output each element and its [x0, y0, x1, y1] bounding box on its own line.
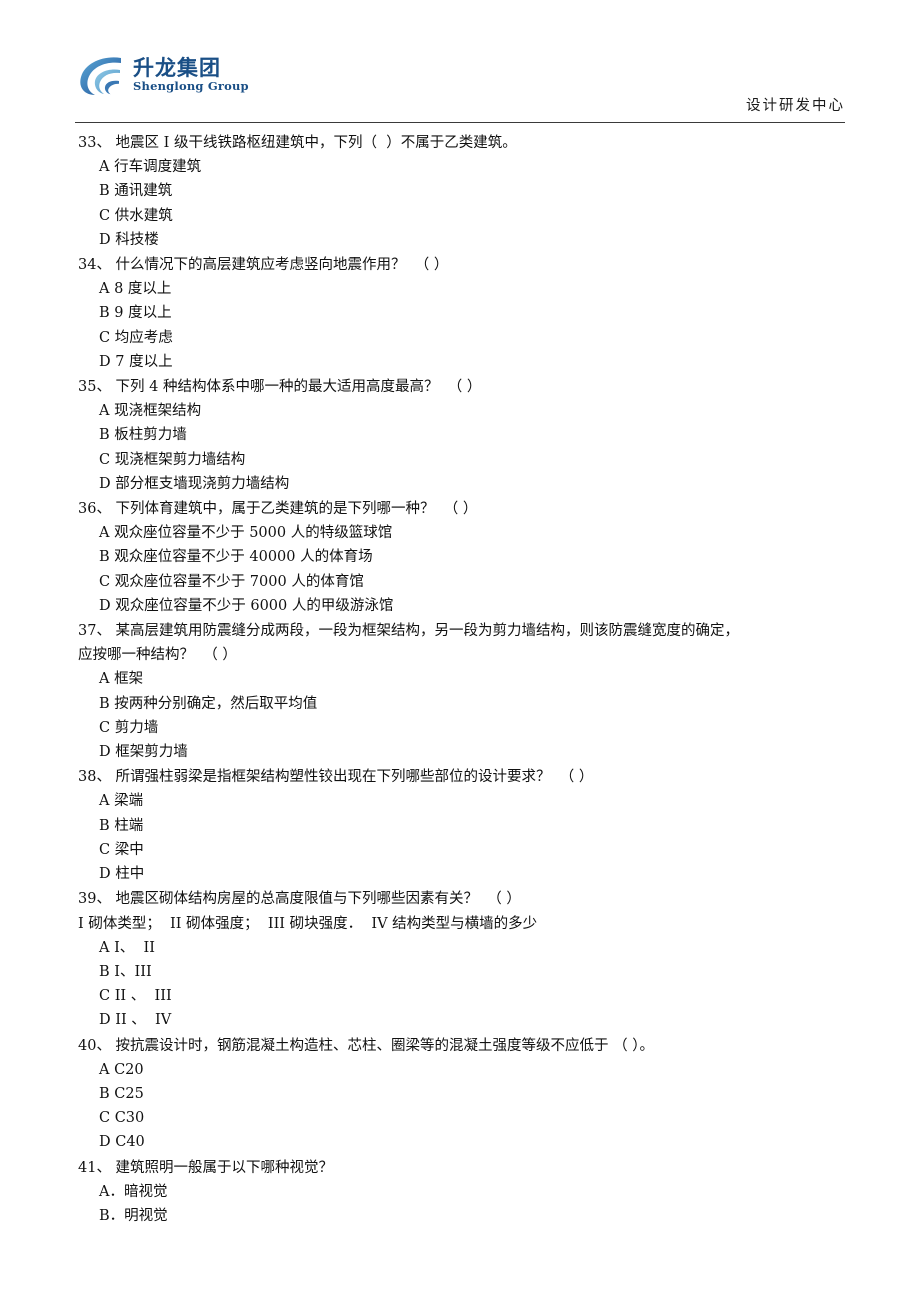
- answer-option[interactable]: A 8 度以上: [75, 277, 865, 301]
- question-stem: 36、 下列体育建筑中，属于乙类建筑的是下列哪一种？ （ ）: [78, 501, 478, 518]
- question-stem: 41、 建筑照明一般属于以下哪种视觉？: [78, 1159, 334, 1176]
- answer-option[interactable]: D 7 度以上: [75, 350, 865, 374]
- answer-option[interactable]: C 梁中: [75, 838, 865, 862]
- answer-option[interactable]: A 现浇框架结构: [75, 399, 865, 423]
- question-stem: 33、 地震区 I 级干线铁路枢纽建筑中，下列（ ）不属于乙类建筑。: [78, 135, 517, 151]
- answer-option[interactable]: B C25: [75, 1082, 865, 1106]
- answer-option[interactable]: C 现浇框架剪力墙结构: [75, 448, 865, 472]
- answer-option[interactable]: A C20: [75, 1058, 865, 1082]
- question-block: 36、 下列体育建筑中，属于乙类建筑的是下列哪一种？ （ ） A 观众座位容量不少…: [75, 497, 865, 618]
- answer-option[interactable]: B 通讯建筑: [75, 179, 865, 203]
- question-block: 33、 地震区 I 级干线铁路枢纽建筑中，下列（ ）不属于乙类建筑。 A 行车调度…: [75, 131, 865, 252]
- question-block: 40、 按抗震设计时，钢筋混凝土构造柱、芯柱、圈梁等的混凝土强度等级不应低于 （…: [75, 1034, 865, 1155]
- answer-option[interactable]: B．明视觉: [75, 1204, 865, 1228]
- answer-option[interactable]: B 观众座位容量不少于 40000 人的体育场: [75, 545, 865, 569]
- answer-option[interactable]: A 梁端: [75, 789, 865, 813]
- question-block: 38、 所谓强柱弱梁是指框架结构塑性铰出现在下列哪些部位的设计要求？ （ ） A …: [75, 765, 865, 886]
- logo-chinese-name: 升龙集团: [133, 55, 221, 81]
- answer-option[interactable]: D 部分框支墙现浇剪力墙结构: [75, 472, 865, 496]
- question-block: 37、 某高层建筑用防震缝分成两段，一段为框架结构，另一段为剪力墙结构，则该防震…: [75, 619, 865, 764]
- question-list: 33、 地震区 I 级干线铁路枢纽建筑中，下列（ ）不属于乙类建筑。 A 行车调度…: [75, 131, 865, 1229]
- question-subitems: I 砌体类型； II 砌体强度； III 砌块强度． IV 结构类型与横墙的多少: [78, 915, 538, 932]
- answer-option[interactable]: C 观众座位容量不少于 7000 人的体育馆: [75, 570, 865, 594]
- question-block: 41、 建筑照明一般属于以下哪种视觉？ A．暗视觉 B．明视觉: [75, 1156, 865, 1229]
- question-stem: 37、 某高层建筑用防震缝分成两段，一段为框架结构，另一段为剪力墙结构，则该防震…: [78, 623, 740, 640]
- answer-option[interactable]: B 柱端: [75, 814, 865, 838]
- logo-wordmark: 升龙集团 Shenglong Group: [133, 57, 249, 93]
- answer-option[interactable]: D C40: [75, 1130, 865, 1154]
- document-page: 升龙集团 Shenglong Group 设计研发中心 33、 地震区 I 级干…: [0, 0, 920, 1302]
- shenglong-swoosh-icon: [80, 57, 121, 95]
- answer-option[interactable]: C II 、 III: [75, 984, 865, 1008]
- header-divider: [75, 122, 845, 123]
- answer-option[interactable]: A I、 II: [75, 936, 865, 960]
- answer-option[interactable]: B 板柱剪力墙: [75, 423, 865, 447]
- question-block: 35、 下列 4 种结构体系中哪一种的最大适用高度最高？ （ ） A 现浇框架结构…: [75, 375, 865, 496]
- answer-option[interactable]: C 供水建筑: [75, 204, 865, 228]
- question-stem: 34、 什么情况下的高层建筑应考虑竖向地震作用？ （ ）: [78, 257, 449, 274]
- question-stem: 35、 下列 4 种结构体系中哪一种的最大适用高度最高？ （ ）: [78, 379, 482, 396]
- answer-option[interactable]: D 科技楼: [75, 228, 865, 252]
- answer-option[interactable]: D 观众座位容量不少于 6000 人的甲级游泳馆: [75, 594, 865, 618]
- question-stem: 38、 所谓强柱弱梁是指框架结构塑性铰出现在下列哪些部位的设计要求？ （ ）: [78, 769, 594, 786]
- question-block: 39、 地震区砌体结构房屋的总高度限值与下列哪些因素有关？ （ ） I 砌体类型；…: [75, 887, 865, 1032]
- question-block: 34、 什么情况下的高层建筑应考虑竖向地震作用？ （ ） A 8 度以上 B 9 度…: [75, 253, 865, 374]
- question-stem: 40、 按抗震设计时，钢筋混凝土构造柱、芯柱、圈梁等的混凝土强度等级不应低于 （…: [78, 1037, 655, 1054]
- answer-option[interactable]: A 观众座位容量不少于 5000 人的特级篮球馆: [75, 521, 865, 545]
- answer-option[interactable]: A 行车调度建筑: [75, 155, 865, 179]
- answer-option[interactable]: D 柱中: [75, 862, 865, 886]
- answer-option[interactable]: A．暗视觉: [75, 1180, 865, 1204]
- answer-option[interactable]: D II 、 IV: [75, 1008, 865, 1032]
- answer-option[interactable]: B 按两种分别确定，然后取平均值: [75, 692, 865, 716]
- company-logo: 升龙集团 Shenglong Group: [75, 52, 249, 98]
- answer-option[interactable]: C 均应考虑: [75, 326, 865, 350]
- logo-english-name: Shenglong Group: [133, 79, 249, 94]
- question-stem: 39、 地震区砌体结构房屋的总高度限值与下列哪些因素有关？ （ ）: [78, 891, 521, 908]
- page-header: 升龙集团 Shenglong Group 设计研发中心: [75, 52, 845, 122]
- answer-option[interactable]: D 框架剪力墙: [75, 740, 865, 764]
- answer-option[interactable]: B I、III: [75, 960, 865, 984]
- answer-option[interactable]: C C30: [75, 1106, 865, 1130]
- question-stem-continued: 应按哪一种结构？ （ ）: [78, 647, 237, 664]
- answer-option[interactable]: A 框架: [75, 667, 865, 691]
- answer-option[interactable]: B 9 度以上: [75, 301, 865, 325]
- answer-option[interactable]: C 剪力墙: [75, 716, 865, 740]
- header-department-label: 设计研发中心: [746, 98, 845, 114]
